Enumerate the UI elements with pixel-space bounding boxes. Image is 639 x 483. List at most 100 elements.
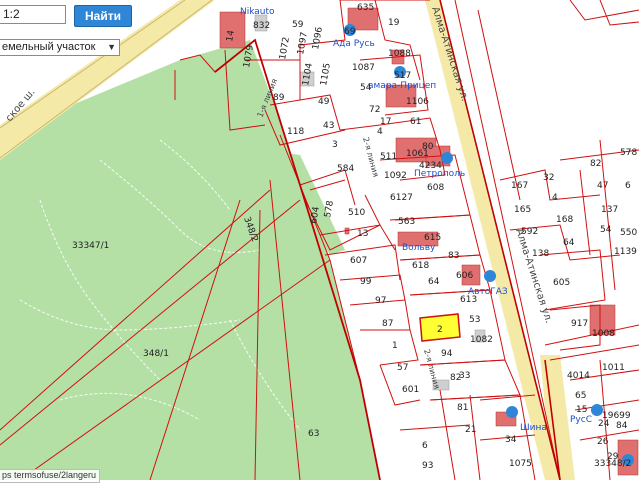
poi-label: Nikauto	[240, 7, 275, 17]
parcel-number: 15	[576, 405, 587, 415]
parcel-number: 917	[571, 319, 588, 329]
parcel-number: 601	[402, 385, 419, 395]
parcel-number: 1	[392, 341, 398, 351]
parcel-number: 82	[590, 159, 601, 169]
parcel-number: 1011	[602, 363, 625, 373]
parcel-number: 33347/1	[72, 241, 109, 251]
parcel-number: 13	[357, 229, 368, 239]
parcel-number: 138	[532, 249, 549, 259]
map-attribution[interactable]: ps termsofuse/2langeru	[0, 469, 101, 483]
parcel-number: 618	[412, 261, 429, 271]
parcel-number: 97	[375, 296, 386, 306]
parcel-number: 832	[253, 21, 270, 31]
parcel-number: 1075	[509, 459, 532, 469]
poi-label: РусС	[570, 415, 592, 425]
poi-label: Шина	[520, 423, 547, 433]
cadastral-map[interactable]: Nikauto Ада Русь амара-Прицеп Петрополь …	[0, 0, 639, 480]
parcel-number: 606	[456, 271, 473, 281]
street-label: Алма-Атинская ул.	[513, 228, 554, 325]
parcel-number: 24	[598, 419, 610, 429]
parcel-number: 84	[616, 421, 628, 431]
street-label: 2-я линия	[361, 136, 380, 178]
parcel-number: 57	[397, 363, 408, 373]
parcel-number: 615	[424, 233, 441, 243]
parcel-number: 1087	[352, 63, 375, 73]
parcel-number: 578	[323, 200, 336, 219]
parcel-number: 59	[292, 20, 304, 30]
parcel-number: 550	[620, 228, 637, 238]
parcel-number: 592	[521, 227, 538, 237]
parcel-number: 4	[552, 193, 558, 203]
parcel-number: 64	[563, 238, 575, 248]
parcel-number: 29	[607, 452, 619, 462]
layer-select-value: емельный участок	[2, 41, 96, 53]
parcel-number: 168	[556, 215, 573, 225]
parcel-number: 33	[459, 371, 470, 381]
parcel-number: 6	[625, 181, 631, 191]
parcel-number: 1092	[384, 171, 407, 181]
parcel-number: 34	[505, 435, 517, 445]
parcel-number: 348/1	[143, 349, 169, 359]
search-input[interactable]: 1:2	[0, 5, 66, 24]
parcel-number: 1097	[296, 31, 310, 55]
parcel-number: 21	[465, 425, 476, 435]
parcel-number: 1139	[614, 247, 637, 257]
parcel-number: 2	[437, 325, 443, 335]
main-street	[425, 0, 560, 480]
parcel-number: 54	[600, 225, 612, 235]
parcel-number: 607	[350, 256, 367, 266]
layer-select[interactable]: емельный участок ▼	[0, 39, 120, 56]
parcel-number: 510	[348, 208, 365, 218]
search-button[interactable]: Найти	[74, 5, 132, 27]
parcel-number: 1072	[278, 36, 292, 60]
parcel-number: 61	[410, 117, 421, 127]
street-label: 2-я линия	[422, 348, 441, 390]
parcel-number: 32	[543, 173, 554, 183]
parcel-number: 613	[460, 295, 477, 305]
parcel-number: 17	[380, 117, 391, 127]
parcel-number: 6	[422, 441, 428, 451]
parcel-number: 26	[597, 437, 609, 447]
parcel-number: 608	[427, 183, 444, 193]
parcel-number: 63	[308, 429, 319, 439]
parcel-number: 19	[388, 18, 400, 28]
parcel-number: 80	[422, 142, 434, 152]
parcel-number: 6127	[390, 193, 413, 203]
parcel-number: 3	[332, 140, 338, 150]
poi-label: амара-Прицеп	[368, 81, 436, 91]
poi-label: Ада Русь	[333, 39, 375, 49]
parcel-number: 94	[441, 349, 453, 359]
chevron-down-icon: ▼	[107, 42, 116, 52]
parcel-number: 99	[360, 277, 372, 287]
parcel-number: 1105	[319, 62, 333, 86]
parcel-number: 118	[287, 127, 304, 137]
parcel-number: 83	[448, 251, 459, 261]
parcel-number: 43	[323, 121, 334, 131]
parcel-number: 511	[380, 152, 397, 162]
parcel-number: 14	[225, 29, 237, 42]
parcel-number: 87	[382, 319, 393, 329]
parcel-number: 517	[394, 71, 411, 81]
poi-marker-icon	[441, 152, 453, 164]
poi-marker-icon	[506, 406, 518, 418]
parcel-number: 1096	[311, 26, 325, 51]
parcel-number: 81	[457, 403, 468, 413]
parcel-number: 165	[514, 205, 531, 215]
parcel-number: 137	[601, 205, 618, 215]
parcel-number: 64	[428, 277, 440, 287]
parcel-number: 4	[377, 127, 383, 137]
parcel-number: 4234	[419, 161, 442, 171]
parcel-number: 89	[273, 93, 285, 103]
parcel-number: 605	[553, 278, 570, 288]
parcel-number: 563	[398, 217, 415, 227]
parcel-number: 47	[597, 181, 608, 191]
parcel-number: 1082	[470, 335, 493, 345]
parcel-number: 93	[422, 461, 433, 471]
parcel-number: 584	[337, 164, 354, 174]
parcel-number: 49	[318, 97, 330, 107]
parcel-number: 65	[575, 391, 586, 401]
parcel-number: 167	[511, 181, 528, 191]
parcel-number: 578	[620, 148, 637, 158]
poi-marker-icon	[484, 270, 496, 282]
parcel-number: 1106	[406, 97, 429, 107]
